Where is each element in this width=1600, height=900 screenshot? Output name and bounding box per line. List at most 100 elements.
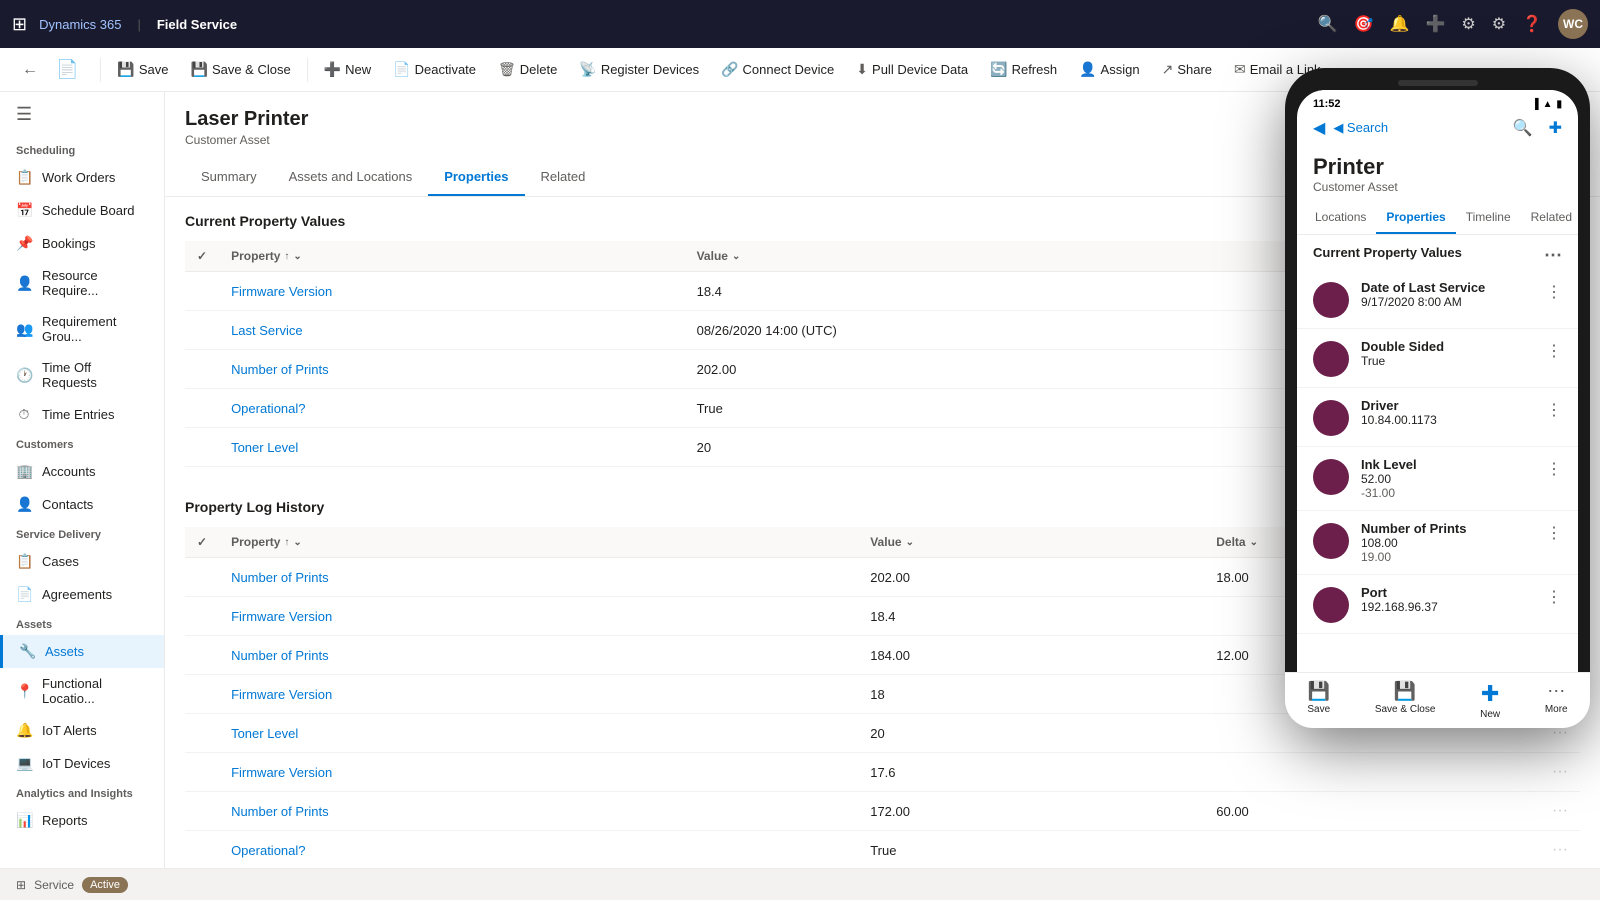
phone-item-more-icon[interactable]: ⋮ bbox=[1546, 280, 1562, 302]
log-row-check bbox=[185, 597, 219, 636]
phone-tab-locations[interactable]: Locations bbox=[1305, 202, 1376, 234]
row-check bbox=[185, 389, 219, 428]
phone-item-more-icon[interactable]: ⋮ bbox=[1546, 339, 1562, 361]
service-label[interactable]: Service bbox=[34, 878, 74, 892]
phone-item-more-icon[interactable]: ⋮ bbox=[1546, 585, 1562, 607]
log-property-link[interactable]: Number of Prints bbox=[231, 648, 329, 663]
share-icon: ↗ bbox=[1162, 61, 1174, 78]
log-property-link[interactable]: Firmware Version bbox=[231, 687, 332, 702]
refresh-icon: 🔄 bbox=[990, 61, 1007, 78]
value-col-header[interactable]: Value ⌄ bbox=[685, 241, 1296, 272]
new-icon: ➕ bbox=[324, 61, 341, 78]
tab-summary[interactable]: Summary bbox=[185, 159, 273, 196]
phone-item-icon bbox=[1313, 587, 1349, 623]
sidebar-item-bookings[interactable]: 📌 Bookings bbox=[0, 227, 164, 260]
sidebar-toggle[interactable]: ☰ bbox=[0, 92, 164, 137]
table-row: Number of Prints 172.00 60.00 ··· bbox=[185, 792, 1580, 831]
log-row-check bbox=[185, 636, 219, 675]
value-cell: 202.00 bbox=[685, 350, 1296, 389]
sidebar-item-accounts[interactable]: 🏢 Accounts bbox=[0, 455, 164, 488]
phone-new-button[interactable]: ✚ New bbox=[1480, 681, 1500, 720]
sidebar-item-work-orders[interactable]: 📋 Work Orders bbox=[0, 161, 164, 194]
tab-properties[interactable]: Properties bbox=[428, 159, 524, 196]
save-button[interactable]: 💾 Save bbox=[107, 55, 178, 84]
connect-device-button[interactable]: 🔗 Connect Device bbox=[711, 55, 844, 84]
bell-icon[interactable]: 🔔 bbox=[1390, 14, 1410, 34]
sort-down-icon: ⌄ bbox=[293, 251, 301, 262]
log-check-col-header: ✓ bbox=[185, 527, 219, 558]
sidebar-item-contacts[interactable]: 👤 Contacts bbox=[0, 488, 164, 521]
deactivate-button[interactable]: 📄 Deactivate bbox=[383, 55, 486, 84]
log-property-link[interactable]: Firmware Version bbox=[231, 609, 332, 624]
phone-search-icon[interactable]: 🔍 bbox=[1513, 118, 1533, 138]
property-link[interactable]: Operational? bbox=[231, 401, 305, 416]
target-icon[interactable]: 🎯 bbox=[1354, 14, 1374, 34]
sidebar-item-functional-locations[interactable]: 📍 Functional Locatio... bbox=[0, 668, 164, 714]
phone-tab-properties[interactable]: Properties bbox=[1376, 202, 1455, 234]
phone-item-more-icon[interactable]: ⋮ bbox=[1546, 521, 1562, 543]
log-row-check bbox=[185, 753, 219, 792]
row-check bbox=[185, 311, 219, 350]
sidebar-item-agreements[interactable]: 📄 Agreements bbox=[0, 578, 164, 611]
log-row-more-icon[interactable]: ··· bbox=[1552, 802, 1568, 819]
tab-assets-locations[interactable]: Assets and Locations bbox=[273, 159, 429, 196]
phone-tab-timeline[interactable]: Timeline bbox=[1456, 202, 1521, 234]
property-link[interactable]: Last Service bbox=[231, 323, 303, 338]
log-property-link[interactable]: Operational? bbox=[231, 843, 305, 858]
search-icon[interactable]: 🔍 bbox=[1318, 14, 1338, 34]
log-property-link[interactable]: Firmware Version bbox=[231, 765, 332, 780]
sidebar-item-resource-requirements[interactable]: 👤 Resource Require... bbox=[0, 260, 164, 306]
waffle-icon[interactable]: ⊞ bbox=[12, 14, 27, 35]
filter-icon[interactable]: ⚙ bbox=[1461, 14, 1475, 34]
property-link[interactable]: Number of Prints bbox=[231, 362, 329, 377]
phone-back-button[interactable]: ◀ bbox=[1313, 118, 1325, 138]
back-button[interactable]: ← bbox=[16, 55, 44, 84]
log-property-col-header[interactable]: Property ↑ ⌄ bbox=[219, 527, 858, 558]
phone-add-icon[interactable]: ✚ bbox=[1549, 118, 1562, 138]
status-icon: ⊞ bbox=[16, 878, 26, 892]
sidebar-item-time-off-requests[interactable]: 🕐 Time Off Requests bbox=[0, 352, 164, 398]
log-row-more-icon[interactable]: ··· bbox=[1552, 841, 1568, 858]
tab-related[interactable]: Related bbox=[525, 159, 602, 196]
settings-icon[interactable]: ⚙ bbox=[1492, 14, 1506, 34]
phone-save-close-button[interactable]: 💾 Save & Close bbox=[1375, 681, 1436, 720]
phone-item-icon bbox=[1313, 341, 1349, 377]
log-property-link[interactable]: Number of Prints bbox=[231, 570, 329, 585]
share-button[interactable]: ↗ Share bbox=[1152, 55, 1222, 84]
delete-button[interactable]: 🗑 Delete bbox=[488, 55, 567, 84]
sidebar-item-reports[interactable]: 📊 Reports bbox=[0, 804, 164, 837]
req-groups-icon: 👥 bbox=[16, 321, 32, 338]
sidebar-item-iot-devices[interactable]: 💻 IoT Devices bbox=[0, 747, 164, 780]
pull-device-data-button[interactable]: ⬇ Pull Device Data bbox=[846, 55, 978, 84]
phone-more-button[interactable]: ⋯ More bbox=[1545, 681, 1568, 720]
assign-button[interactable]: 👤 Assign bbox=[1069, 55, 1149, 84]
phone-item-more-icon[interactable]: ⋮ bbox=[1546, 457, 1562, 479]
phone-time: 11:52 bbox=[1313, 98, 1341, 110]
phone-section-more-icon[interactable]: ⋯ bbox=[1544, 245, 1562, 266]
phone-save-button[interactable]: 💾 Save bbox=[1307, 681, 1330, 720]
property-link[interactable]: Toner Level bbox=[231, 440, 298, 455]
refresh-button[interactable]: 🔄 Refresh bbox=[980, 55, 1067, 84]
plus-icon[interactable]: ➕ bbox=[1425, 14, 1445, 34]
log-property-link[interactable]: Number of Prints bbox=[231, 804, 329, 819]
new-button[interactable]: ➕ New bbox=[314, 55, 381, 84]
log-value-cell: True bbox=[858, 831, 1204, 869]
register-devices-button[interactable]: 📡 Register Devices bbox=[569, 55, 709, 84]
user-avatar[interactable]: WC bbox=[1558, 9, 1588, 39]
sidebar-item-assets[interactable]: 🔧 Assets bbox=[0, 635, 164, 668]
save-close-button[interactable]: 💾 Save & Close bbox=[181, 55, 301, 84]
phone-tab-related[interactable]: Related bbox=[1521, 202, 1578, 234]
list-item: Ink Level 52.00 -31.00 ⋮ bbox=[1297, 447, 1578, 511]
nav-arrows: ← 📄 bbox=[8, 55, 94, 84]
sidebar-item-time-entries[interactable]: ⏱ Time Entries bbox=[0, 398, 164, 431]
log-value-col-header[interactable]: Value ⌄ bbox=[858, 527, 1204, 558]
help-icon[interactable]: ❓ bbox=[1522, 14, 1542, 34]
log-property-link[interactable]: Toner Level bbox=[231, 726, 298, 741]
sidebar-item-requirement-groups[interactable]: 👥 Requirement Grou... bbox=[0, 306, 164, 352]
phone-item-more-icon[interactable]: ⋮ bbox=[1546, 398, 1562, 420]
sidebar-item-cases[interactable]: 📋 Cases bbox=[0, 545, 164, 578]
sidebar-item-iot-alerts[interactable]: 🔔 IoT Alerts bbox=[0, 714, 164, 747]
property-col-header[interactable]: Property ↑ ⌄ bbox=[219, 241, 685, 272]
sidebar-item-schedule-board[interactable]: 📅 Schedule Board bbox=[0, 194, 164, 227]
property-link[interactable]: Firmware Version bbox=[231, 284, 332, 299]
